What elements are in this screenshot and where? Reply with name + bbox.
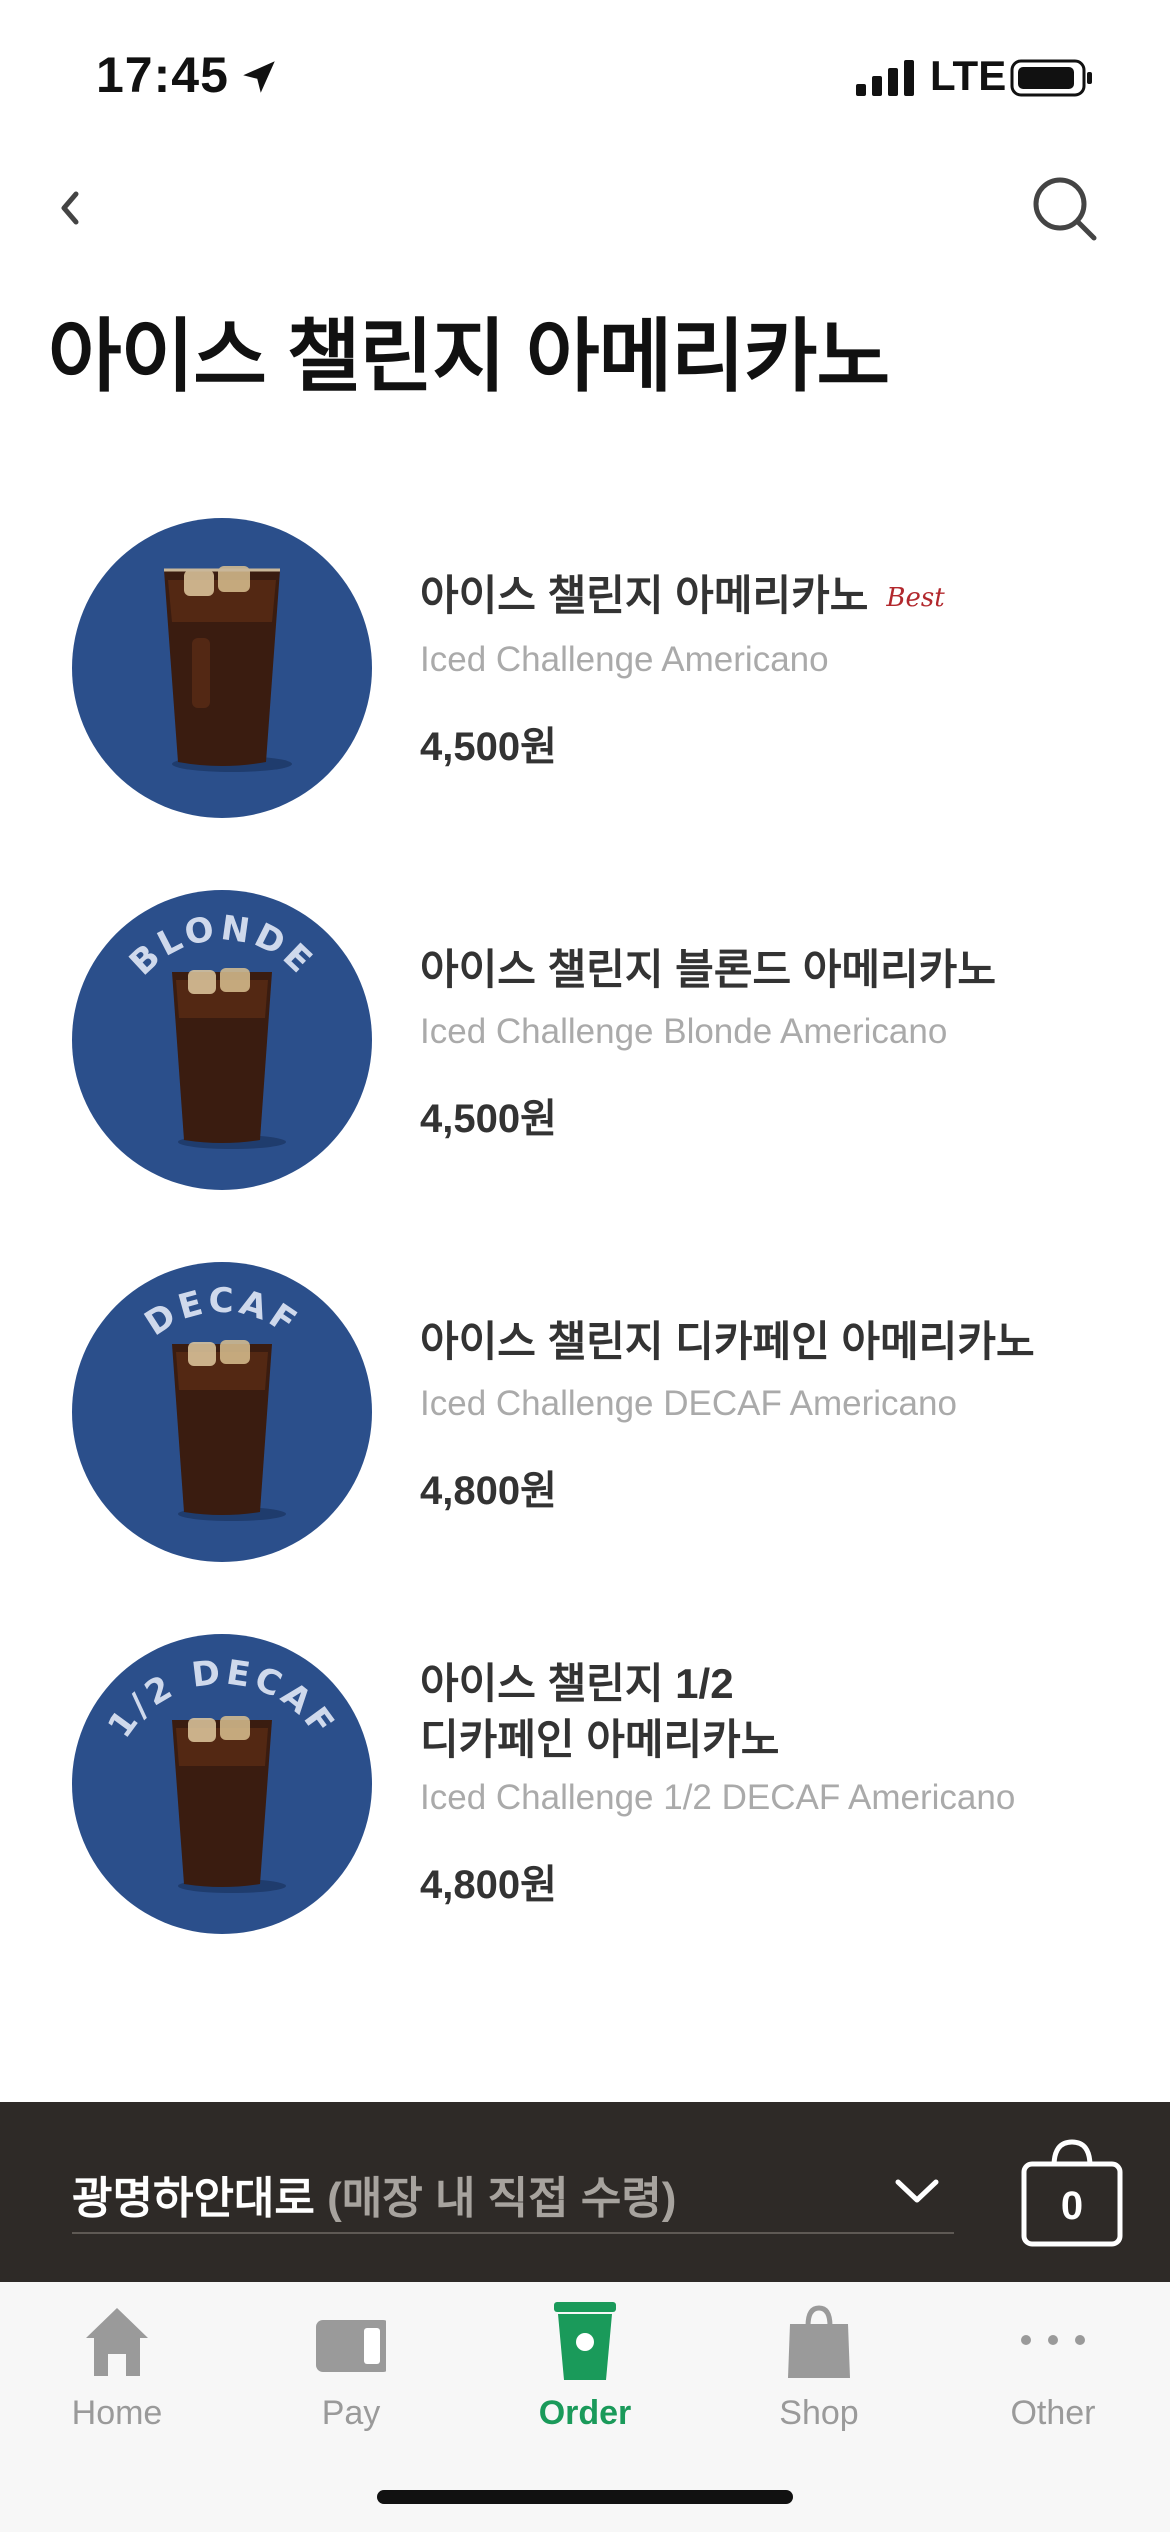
product-english-name: Iced Challenge Blonde Americano	[420, 1012, 948, 1051]
page-title: 아이스 챌린지 아메리카노	[48, 312, 890, 401]
store-selector[interactable]: 광명하안대로 (매장 내 직접 수령)	[72, 2162, 676, 2226]
product-price: 4,800원	[420, 1863, 557, 1907]
home-icon	[86, 2308, 148, 2376]
product-english-name: Iced Challenge Americano	[420, 640, 829, 679]
product-name-line2: 디카페인 아메리카노	[420, 1716, 780, 1763]
store-bar: 광명하안대로 (매장 내 직접 수령) 0	[0, 2102, 1170, 2282]
back-button[interactable]	[40, 172, 112, 244]
product-image: BLONDE	[72, 890, 372, 1190]
product-item[interactable]: DECAF 아이스 챌린지 디카페인 아메리카노 Iced Challenge …	[0, 1262, 1170, 1572]
tab-other[interactable]: Other	[936, 2302, 1170, 2442]
product-name: 아이스 챌린지 1/2 디카페인 아메리카노	[420, 1656, 779, 1768]
chevron-down-icon[interactable]	[892, 2174, 942, 2208]
product-image: 1/2 DECAF	[72, 1634, 372, 1934]
product-item[interactable]: BLONDE 아이스 챌린지 블론드 아메리카노 Iced Challenge …	[0, 890, 1170, 1200]
status-time: 17:45	[96, 47, 229, 103]
tab-order[interactable]: Order	[468, 2302, 702, 2442]
tab-home[interactable]: Home	[0, 2302, 234, 2442]
network-label: LTE	[930, 52, 1007, 99]
product-name-text: 아이스 챌린지 아메리카노	[420, 572, 869, 619]
home-indicator	[377, 2490, 793, 2504]
product-price: 4,800원	[420, 1469, 557, 1513]
more-icon	[1021, 2335, 1085, 2345]
product-price: 4,500원	[420, 1097, 557, 1141]
tab-label: Home	[71, 2394, 163, 2432]
status-bar: 17:45 LTE	[0, 0, 1170, 150]
tab-label: Pay	[321, 2394, 381, 2432]
card-icon	[316, 2320, 386, 2372]
best-badge: Best	[886, 583, 945, 613]
product-image: DECAF	[72, 1262, 372, 1562]
cart-button[interactable]: 0	[1020, 2136, 1124, 2248]
tab-shop[interactable]: Shop	[702, 2302, 936, 2442]
product-name: 아이스 챌린지 디카페인 아메리카노	[420, 1318, 1035, 1365]
cup-icon	[554, 2302, 616, 2380]
product-english-name: Iced Challenge 1/2 DECAF Americano	[420, 1778, 1016, 1817]
store-divider	[72, 2232, 954, 2234]
tab-label: Shop	[779, 2394, 859, 2432]
tab-label: Other	[1010, 2394, 1096, 2432]
tab-pay[interactable]: Pay	[234, 2302, 468, 2442]
product-image	[72, 518, 372, 818]
search-button[interactable]	[1024, 168, 1104, 248]
search-icon	[1033, 177, 1097, 241]
ring-label: DECAF	[138, 1281, 307, 1344]
product-name-line1: 아이스 챌린지 1/2	[420, 1660, 734, 1707]
product-item[interactable]: 1/2 DECAF 아이스 챌린지 1/2 디카페인 아메리카노 Iced Ch…	[0, 1634, 1170, 1954]
pickup-method: (매장 내 직접 수령)	[327, 2174, 677, 2223]
product-english-name: Iced Challenge DECAF Americano	[420, 1384, 957, 1423]
product-price: 4,500원	[420, 725, 557, 769]
product-name: 아이스 챌린지 블론드 아메리카노	[420, 946, 996, 993]
signal-icon	[856, 60, 914, 96]
location-arrow-icon	[243, 61, 275, 93]
cart-count: 0	[1060, 2184, 1084, 2228]
battery-icon	[1010, 59, 1092, 97]
chevron-left-icon	[61, 191, 79, 225]
store-name: 광명하안대로	[72, 2174, 315, 2223]
product-item[interactable]: 아이스 챌린지 아메리카노 Best Iced Challenge America…	[0, 518, 1170, 828]
bag-icon	[788, 2305, 850, 2378]
tab-label: Order	[538, 2394, 632, 2432]
product-name: 아이스 챌린지 아메리카노 Best	[420, 568, 945, 626]
